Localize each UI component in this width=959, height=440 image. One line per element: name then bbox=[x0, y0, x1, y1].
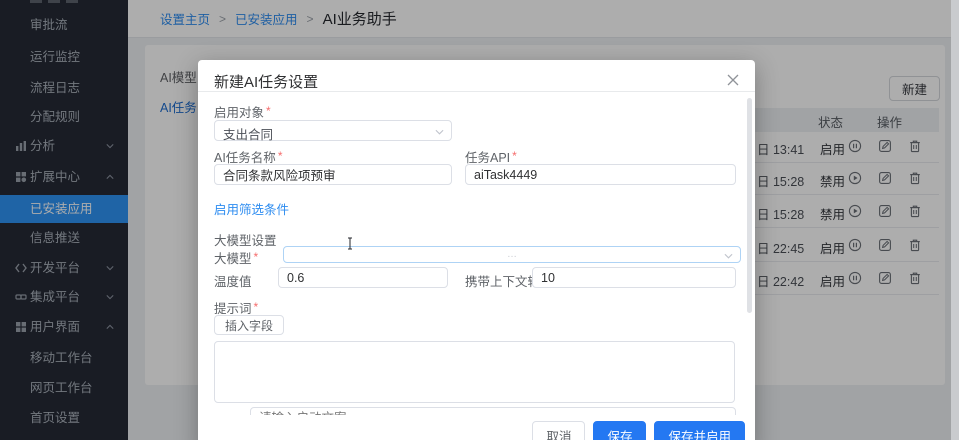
modal-footer: 取消 保存 保存并启用 bbox=[198, 415, 755, 440]
text-cursor-icon bbox=[345, 237, 355, 250]
modal-title: 新建AI任务设置 bbox=[214, 71, 318, 92]
page-scrollbar[interactable] bbox=[951, 0, 959, 440]
enable-filter-link[interactable]: 启用筛选条件 bbox=[214, 199, 289, 218]
task-name-input[interactable] bbox=[214, 164, 452, 185]
enable-target-label: 启用对象* bbox=[214, 102, 271, 121]
insert-field-button[interactable]: 插入字段 bbox=[214, 315, 284, 335]
modal-header-divider bbox=[198, 91, 755, 92]
temperature-input[interactable] bbox=[278, 267, 448, 288]
task-api-input[interactable] bbox=[465, 164, 736, 185]
context-rounds-input[interactable] bbox=[532, 267, 736, 288]
close-icon[interactable] bbox=[726, 73, 740, 87]
new-ai-task-modal: 新建AI任务设置 启用对象* 支出合同 AI任务名称* 任务API* 启用筛选条… bbox=[198, 60, 755, 440]
big-model-label: 大模型* bbox=[214, 248, 258, 267]
chevron-down-icon bbox=[724, 253, 733, 259]
app-window: 审批流 运行监控 流程日志 分配规则 分析 扩展中心 已安装应用 信息推送 开发… bbox=[0, 0, 959, 440]
cancel-button[interactable]: 取消 bbox=[532, 421, 585, 440]
big-model-hint: … bbox=[284, 249, 740, 260]
chevron-down-icon bbox=[435, 129, 444, 135]
prompt-textarea[interactable] bbox=[214, 341, 735, 403]
save-button[interactable]: 保存 bbox=[593, 421, 646, 440]
enable-target-select[interactable]: 支出合同 bbox=[214, 120, 452, 141]
model-section-label: 大模型设置 bbox=[214, 230, 277, 249]
save-and-enable-button[interactable]: 保存并启用 bbox=[654, 421, 745, 440]
temperature-label: 温度值 bbox=[214, 271, 252, 290]
modal-scrollbar[interactable] bbox=[747, 98, 752, 313]
